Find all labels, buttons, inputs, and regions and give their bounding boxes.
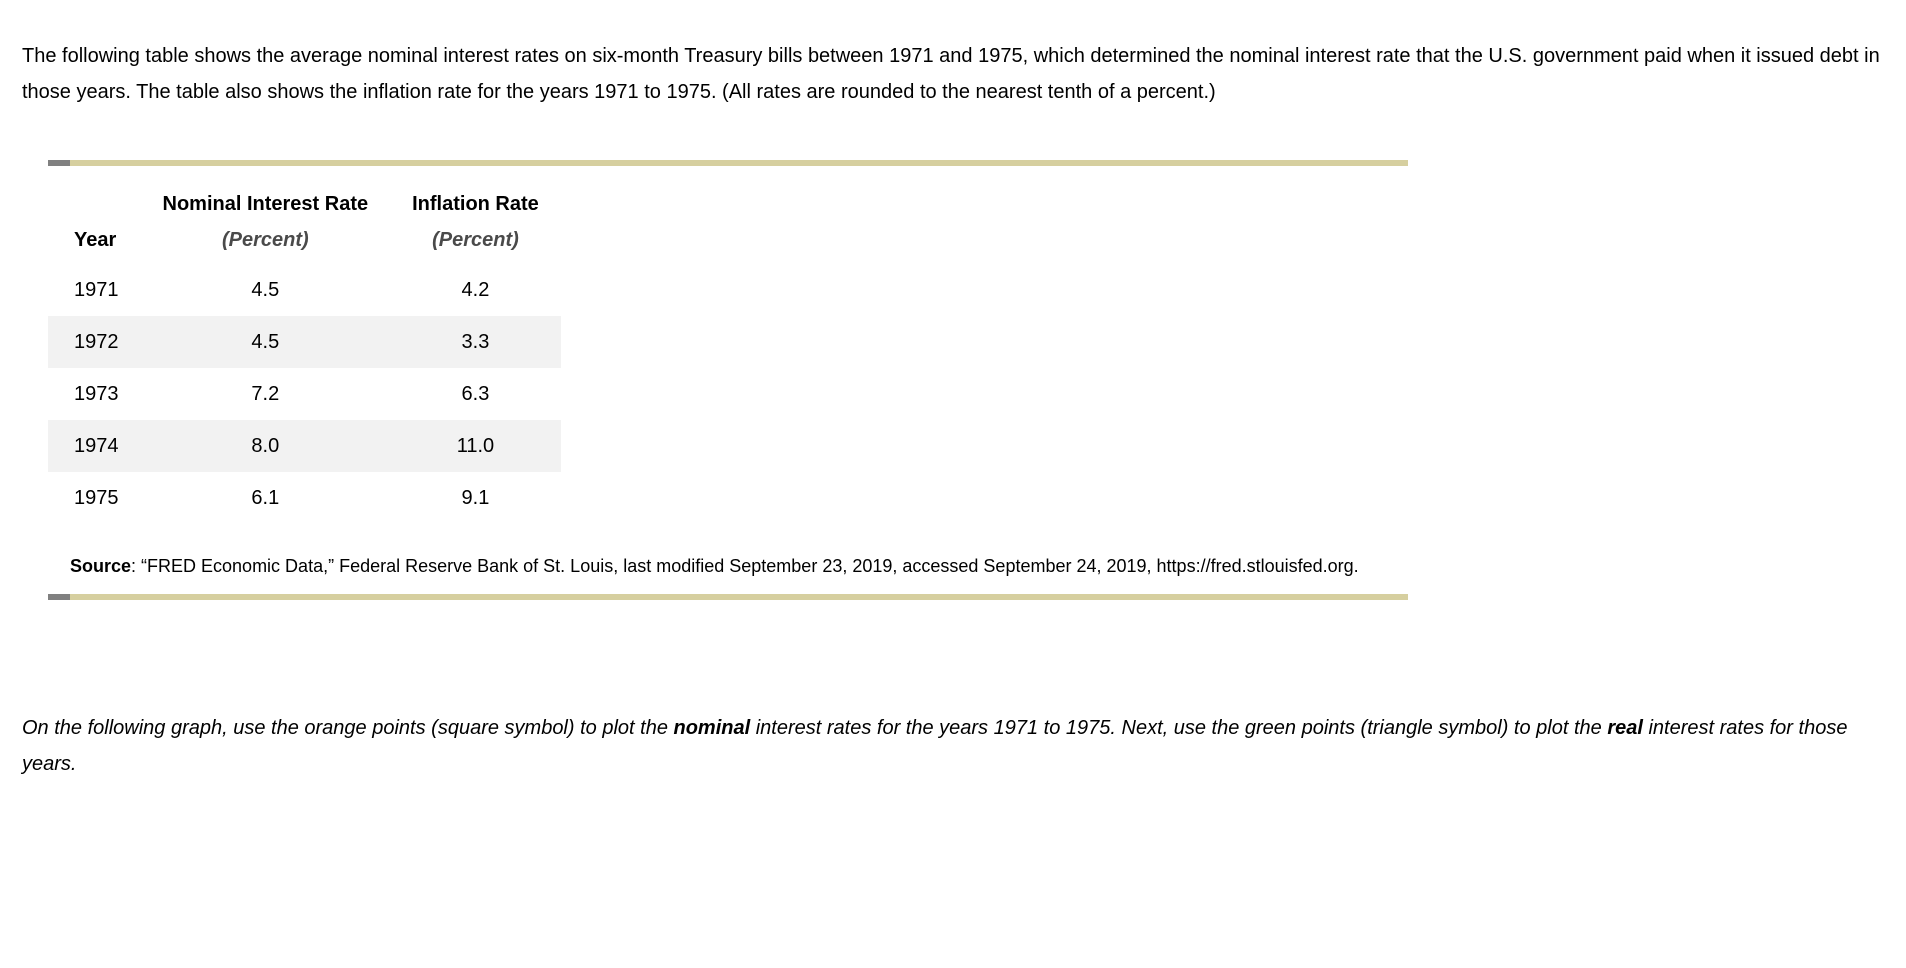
cell-nominal: 8.0: [141, 420, 391, 472]
header-nominal: Nominal Interest Rate (Percent): [141, 180, 391, 264]
table-header-row: Year Nominal Interest Rate (Percent) Inf…: [48, 180, 561, 264]
table-row: 1975 6.1 9.1: [48, 472, 561, 524]
cell-inflation: 11.0: [390, 420, 561, 472]
instr-bold-real: real: [1607, 717, 1643, 739]
source-label: Source: [70, 556, 131, 576]
table-row: 1971 4.5 4.2: [48, 264, 561, 316]
instr-bold-nominal: nominal: [674, 717, 751, 739]
rates-table: Year Nominal Interest Rate (Percent) Inf…: [48, 180, 561, 524]
instr-seg1: On the following graph, use the orange p…: [22, 717, 674, 739]
cell-inflation: 9.1: [390, 472, 561, 524]
document-page: The following table shows the average no…: [0, 0, 1906, 820]
cell-inflation: 3.3: [390, 316, 561, 368]
cell-nominal: 4.5: [141, 316, 391, 368]
cell-year: 1975: [48, 472, 141, 524]
bottom-divider-bar: [48, 594, 1408, 600]
table-row: 1972 4.5 3.3: [48, 316, 561, 368]
table-row: 1973 7.2 6.3: [48, 368, 561, 420]
cell-year: 1972: [48, 316, 141, 368]
instructions-paragraph: On the following graph, use the orange p…: [22, 710, 1884, 782]
cell-year: 1971: [48, 264, 141, 316]
source-text: : “FRED Economic Data,” Federal Reserve …: [131, 556, 1359, 576]
top-divider-bar: [48, 160, 1408, 166]
table-row: 1974 8.0 11.0: [48, 420, 561, 472]
cell-nominal: 4.5: [141, 264, 391, 316]
table-block: Year Nominal Interest Rate (Percent) Inf…: [48, 160, 1408, 600]
cell-nominal: 6.1: [141, 472, 391, 524]
header-inflation-line2: (Percent): [412, 222, 539, 258]
source-line: Source: “FRED Economic Data,” Federal Re…: [48, 550, 1408, 582]
intro-paragraph: The following table shows the average no…: [22, 38, 1884, 110]
header-nominal-line1: Nominal Interest Rate: [163, 193, 369, 215]
cell-year: 1974: [48, 420, 141, 472]
header-nominal-line2: (Percent): [163, 222, 369, 258]
header-inflation-line1: Inflation Rate: [412, 193, 539, 215]
header-year: Year: [48, 180, 141, 264]
header-inflation: Inflation Rate (Percent): [390, 180, 561, 264]
cell-inflation: 6.3: [390, 368, 561, 420]
cell-nominal: 7.2: [141, 368, 391, 420]
instr-seg2: interest rates for the years 1971 to 197…: [750, 717, 1607, 739]
cell-year: 1973: [48, 368, 141, 420]
cell-inflation: 4.2: [390, 264, 561, 316]
